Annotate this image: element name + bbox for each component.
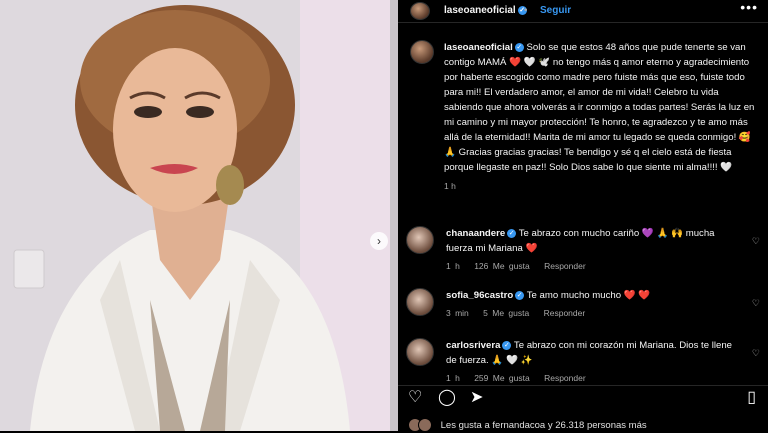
verified-badge-icon: ✓ xyxy=(514,42,524,52)
chevron-right-icon: › xyxy=(377,234,381,248)
verified-badge-icon: ✓ xyxy=(507,228,517,238)
heart-icon[interactable]: ♡ xyxy=(408,390,422,406)
commenter-avatar[interactable] xyxy=(406,226,434,254)
liker-avatar xyxy=(418,418,432,433)
comment-likes[interactable]: 5 Me gusta xyxy=(483,308,529,318)
author-avatar[interactable] xyxy=(410,2,430,20)
separator-dot: • xyxy=(524,5,528,16)
commenter-username[interactable]: chanaandere xyxy=(446,228,505,239)
post-header: laseoaneoficial ✓ • Seguir ••• xyxy=(398,0,768,23)
comment-like-heart-icon[interactable]: ♡ xyxy=(752,296,760,311)
bookmark-icon[interactable]: ▯ xyxy=(747,390,756,406)
post-image[interactable]: › xyxy=(0,0,390,431)
action-bar: ♡ ◯ ➤ ▯ xyxy=(398,385,768,412)
follow-button[interactable]: Seguir xyxy=(540,3,571,18)
post-caption: laseoaneoficial ✓ Solo se que estos 48 añ… xyxy=(444,40,760,194)
comment-time[interactable]: 3 min xyxy=(446,308,469,318)
comment-like-heart-icon[interactable]: ♡ xyxy=(752,346,760,361)
comment-meta: 1 h 126 Me gusta Responder xyxy=(446,259,742,274)
author-username[interactable]: laseoaneoficial ✓ xyxy=(444,3,527,18)
portrait-illustration xyxy=(0,0,390,431)
verified-badge-icon: ✓ xyxy=(515,290,525,300)
more-horizontal-icon[interactable]: ••• xyxy=(740,0,758,15)
commenter-avatar[interactable] xyxy=(406,288,434,316)
caption-username[interactable]: laseoaneoficial xyxy=(444,42,513,53)
share-icon[interactable]: ➤ xyxy=(470,390,483,406)
reply-button[interactable]: Responder xyxy=(544,373,586,383)
reply-button[interactable]: Responder xyxy=(544,261,586,271)
comment-time[interactable]: 1 h xyxy=(446,261,460,271)
comment-likes[interactable]: 126 Me gusta xyxy=(474,261,530,271)
comment-meta: 1 h 259 Me gusta Responder xyxy=(446,371,742,383)
commenter-avatar[interactable] xyxy=(406,338,434,366)
comment-like-heart-icon[interactable]: ♡ xyxy=(752,234,760,249)
caption-text: Solo se que estos 48 años que pude tener… xyxy=(444,42,755,173)
reply-button[interactable]: Responder xyxy=(544,308,586,318)
comment-icon[interactable]: ◯ xyxy=(438,390,456,406)
carousel-next-button[interactable]: › xyxy=(370,232,388,250)
commenter-username[interactable]: sofia_96castro xyxy=(446,290,513,301)
post-panel: laseoaneoficial ✓ • Seguir ••• laseoaneof… xyxy=(398,0,768,433)
comment-meta: 3 min 5 Me gusta Responder xyxy=(446,306,742,321)
commenter-username[interactable]: carlosrivera xyxy=(446,340,500,351)
comment-text: Te amo mucho mucho ❤️ ❤️ xyxy=(526,290,651,301)
comment-likes[interactable]: 259 Me gusta xyxy=(474,373,530,383)
caption-time[interactable]: 1 h xyxy=(444,179,760,194)
frame-divider xyxy=(390,0,398,431)
verified-badge-icon: ✓ xyxy=(502,340,512,350)
caption-avatar[interactable] xyxy=(410,40,434,64)
likes-text: Les gusta a fernandacoa y 26.318 persona… xyxy=(440,420,647,431)
comment-time[interactable]: 1 h xyxy=(446,373,460,383)
